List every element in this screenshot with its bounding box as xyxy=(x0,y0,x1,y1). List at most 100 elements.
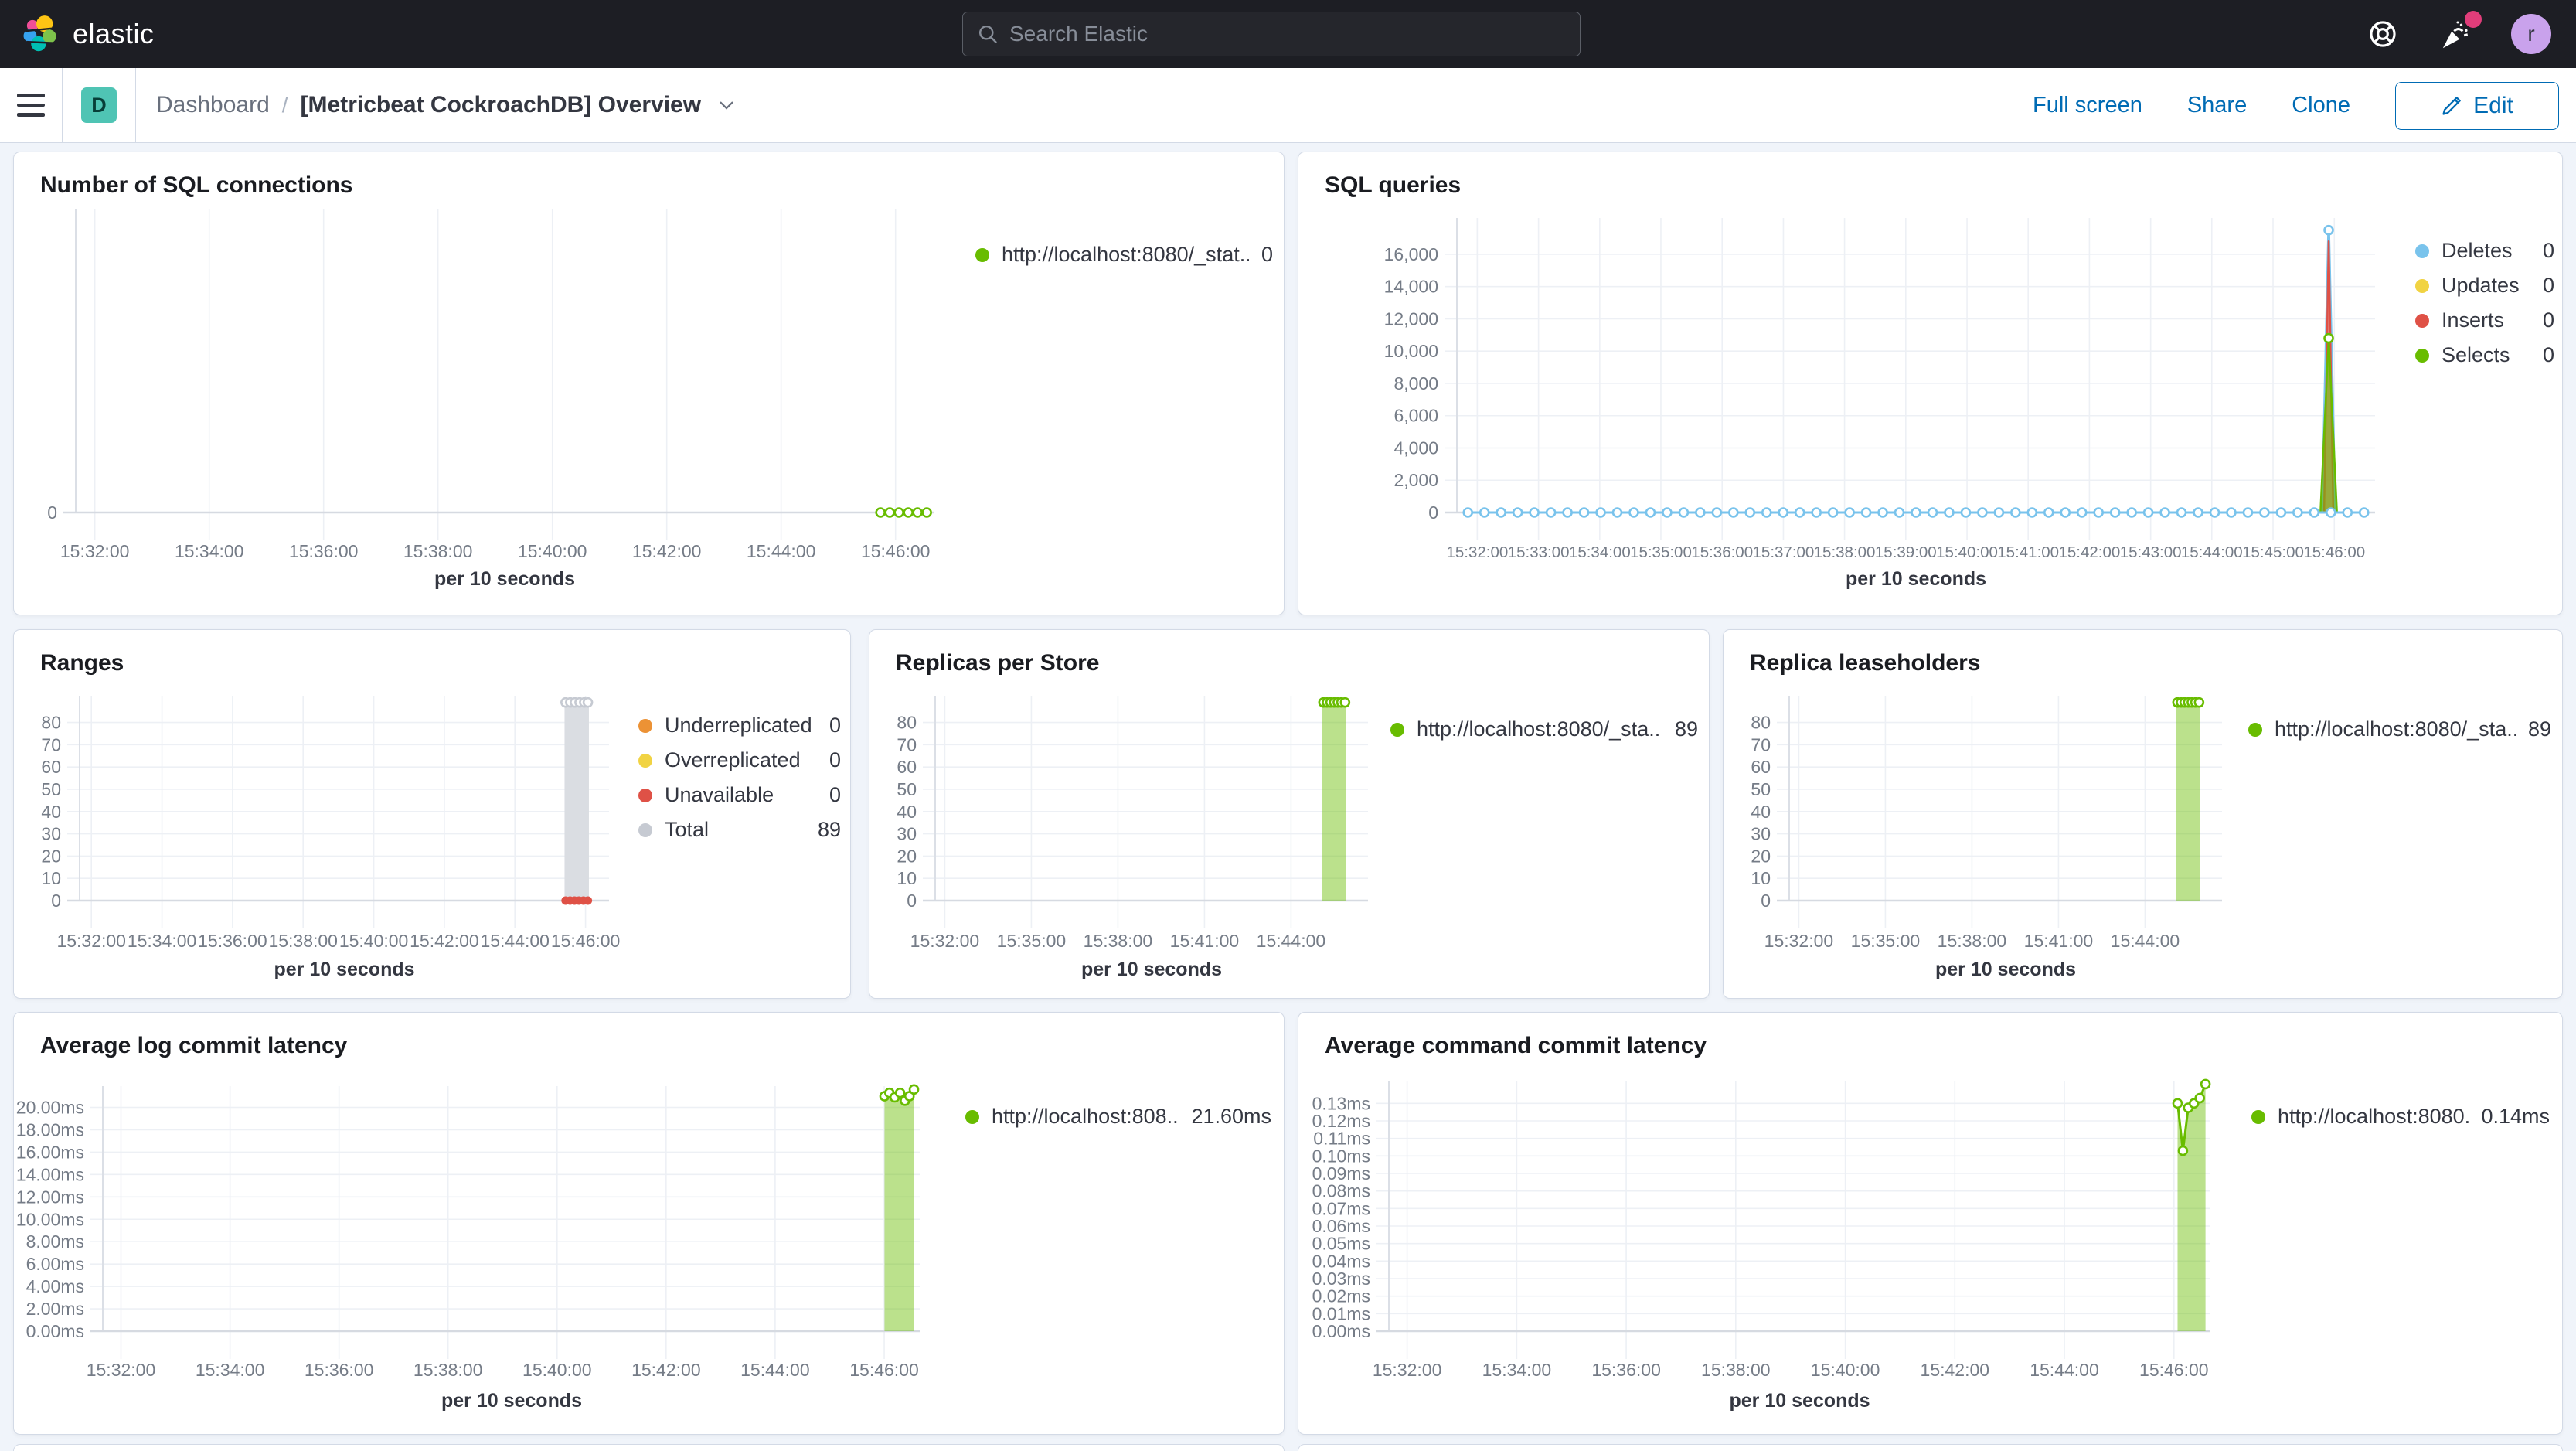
panel-avg-command-commit-latency: Average command commit latency 0.00ms 0.01… xyxy=(1298,1012,2563,1435)
breadcrumb-dashboard[interactable]: Dashboard xyxy=(156,92,270,118)
pencil-icon xyxy=(2442,96,2461,115)
legend-color-dot xyxy=(638,753,652,768)
dashboard-grid: Number of SQL connections 0 15:32:00 15:34:… xyxy=(0,143,2576,1451)
share-link[interactable]: Share xyxy=(2187,93,2247,118)
legend-item[interactable]: http://localhost:808... 21.60ms xyxy=(965,1105,1271,1129)
svg-text:15:44:00: 15:44:00 xyxy=(740,1360,810,1380)
svg-text:50: 50 xyxy=(897,779,917,799)
legend-item[interactable]: Underreplicated 0 xyxy=(638,714,841,737)
edit-button[interactable]: Edit xyxy=(2395,81,2559,130)
svg-text:15:36:00: 15:36:00 xyxy=(1591,1360,1661,1380)
svg-text:30: 30 xyxy=(1751,824,1771,844)
chart-legend: Underreplicated 0 Overreplicated 0 Unavailab… xyxy=(638,714,841,853)
chart-canvas: 0.00ms0.01ms0.02ms0.03ms0.04ms0.05ms0.06… xyxy=(1312,1078,2211,1412)
svg-text:0.11ms: 0.11ms xyxy=(1313,1129,1370,1149)
legend-value: 0.14ms xyxy=(2481,1105,2550,1128)
svg-text:15:34:00: 15:34:00 xyxy=(1482,1360,1552,1380)
svg-text:15:34:00: 15:34:00 xyxy=(175,541,244,561)
legend-item[interactable]: Inserts 0 xyxy=(2415,308,2554,332)
chart-canvas: 015:32:00 15:34:00 15:36:00 15:38:00 15:40:0… xyxy=(47,209,934,590)
clone-link[interactable]: Clone xyxy=(2292,93,2350,118)
legend-value: 0 xyxy=(829,748,841,771)
svg-text:15:41:00: 15:41:00 xyxy=(1170,931,1240,951)
elastic-home-link[interactable]: elastic xyxy=(22,15,155,53)
svg-text:per 10 seconds: per 10 seconds xyxy=(1729,1390,1870,1412)
legend-color-dot xyxy=(2415,348,2429,363)
svg-text:0.09ms: 0.09ms xyxy=(1312,1163,1370,1184)
panel-sql-connections: Number of SQL connections 0 15:32:00 15:34:… xyxy=(13,152,1285,615)
svg-text:15:40:00: 15:40:00 xyxy=(518,541,587,561)
legend-color-dot xyxy=(965,1109,979,1124)
svg-text:15:46:00: 15:46:00 xyxy=(861,541,931,561)
search-icon xyxy=(978,25,997,43)
svg-text:50: 50 xyxy=(41,779,61,799)
search-placeholder: Search Elastic xyxy=(1009,22,1148,46)
divider xyxy=(62,67,63,143)
divider xyxy=(135,67,136,143)
svg-text:15:32:00: 15:32:00 xyxy=(87,1360,156,1380)
legend-item[interactable]: Overreplicated 0 xyxy=(638,748,841,772)
svg-text:15:36:00: 15:36:00 xyxy=(198,931,267,951)
legend-item[interactable]: http://localhost:8080/_sta... 89 xyxy=(2248,717,2551,741)
dashboard-badge[interactable]: D xyxy=(81,87,117,123)
svg-text:40: 40 xyxy=(897,802,917,822)
legend-color-dot xyxy=(638,823,652,837)
svg-text:0.07ms: 0.07ms xyxy=(1312,1198,1370,1218)
legend-color-dot xyxy=(2251,1109,2265,1124)
svg-text:15:45:00: 15:45:00 xyxy=(2242,543,2304,561)
svg-text:40: 40 xyxy=(1751,802,1771,822)
legend-item[interactable]: Total 89 xyxy=(638,818,841,842)
chart-legend: http://localhost:8080/_sta... 89 xyxy=(1390,717,1698,752)
svg-text:0.00ms: 0.00ms xyxy=(1312,1321,1370,1341)
help-button[interactable] xyxy=(2363,14,2403,54)
svg-text:15:32:00: 15:32:00 xyxy=(1764,931,1834,951)
svg-text:15:40:00: 15:40:00 xyxy=(522,1360,592,1380)
newsfeed-button[interactable] xyxy=(2437,11,2482,54)
legend-label: http://localhost:8080/_sta... xyxy=(1417,717,1662,741)
chevron-down-icon[interactable] xyxy=(716,95,737,115)
search-input[interactable]: Search Elastic xyxy=(962,12,1581,56)
legend-color-dot xyxy=(2248,722,2262,737)
svg-text:15:44:00: 15:44:00 xyxy=(480,931,550,951)
svg-text:0.10ms: 0.10ms xyxy=(1312,1146,1370,1166)
svg-text:4.00ms: 4.00ms xyxy=(26,1276,84,1296)
svg-text:per 10 seconds: per 10 seconds xyxy=(1081,959,1222,980)
svg-text:15:46:00: 15:46:00 xyxy=(2303,543,2365,561)
svg-text:15:44:00: 15:44:00 xyxy=(747,541,816,561)
legend-item[interactable]: Unavailable 0 xyxy=(638,783,841,807)
menu-button[interactable] xyxy=(0,68,62,143)
legend-item[interactable]: Updates 0 xyxy=(2415,274,2554,298)
svg-text:0.13ms: 0.13ms xyxy=(1312,1093,1370,1113)
svg-text:15:32:00: 15:32:00 xyxy=(910,931,980,951)
svg-text:70: 70 xyxy=(897,734,917,754)
svg-text:40: 40 xyxy=(41,802,61,822)
chart-legend: http://localhost:808... 21.60ms xyxy=(965,1105,1271,1139)
svg-text:60: 60 xyxy=(1751,757,1771,777)
svg-text:15:36:00: 15:36:00 xyxy=(1691,543,1753,561)
svg-text:14.00ms: 14.00ms xyxy=(16,1164,84,1184)
svg-text:0.08ms: 0.08ms xyxy=(1312,1181,1370,1201)
svg-text:15:40:00: 15:40:00 xyxy=(339,931,409,951)
svg-text:15:42:00: 15:42:00 xyxy=(2059,543,2121,561)
legend-item[interactable]: http://localhost:8080/_stat... 0 xyxy=(975,243,1273,267)
chart-legend: http://localhost:8080/_stat... 0 xyxy=(975,243,1273,278)
chart-canvas: 0 10203040 5060 7080 15:32:00 15:35:00 15:38:0… xyxy=(897,696,1368,980)
full-screen-link[interactable]: Full screen xyxy=(2033,93,2142,118)
user-avatar[interactable]: r xyxy=(2511,14,2551,54)
legend-item[interactable]: Selects 0 xyxy=(2415,343,2554,367)
svg-text:30: 30 xyxy=(41,824,61,844)
svg-text:15:44:00: 15:44:00 xyxy=(2030,1360,2099,1380)
legend-item[interactable]: http://localhost:8080/_sta... 89 xyxy=(1390,717,1698,741)
panel-ranges: Ranges 0 10 20 30 40 50 60 70 80 15:32:00 15:34:00 1… xyxy=(13,629,851,999)
svg-text:15:35:00: 15:35:00 xyxy=(997,931,1067,951)
svg-text:15:34:00: 15:34:00 xyxy=(1569,543,1631,561)
chart-canvas: 0.00ms2.00ms 4.00ms6.00ms8.00ms10.00ms12.… xyxy=(16,1084,920,1412)
legend-item[interactable]: Deletes 0 xyxy=(2415,239,2554,263)
svg-text:15:38:00: 15:38:00 xyxy=(1084,931,1153,951)
svg-text:12.00ms: 12.00ms xyxy=(16,1187,84,1207)
legend-item[interactable]: http://localhost:8080... 0.14ms xyxy=(2251,1105,2550,1129)
svg-text:60: 60 xyxy=(897,757,917,777)
legend-label: http://localhost:808... xyxy=(992,1105,1179,1128)
svg-text:10.00ms: 10.00ms xyxy=(16,1209,84,1229)
svg-text:15:38:00: 15:38:00 xyxy=(1701,1360,1771,1380)
